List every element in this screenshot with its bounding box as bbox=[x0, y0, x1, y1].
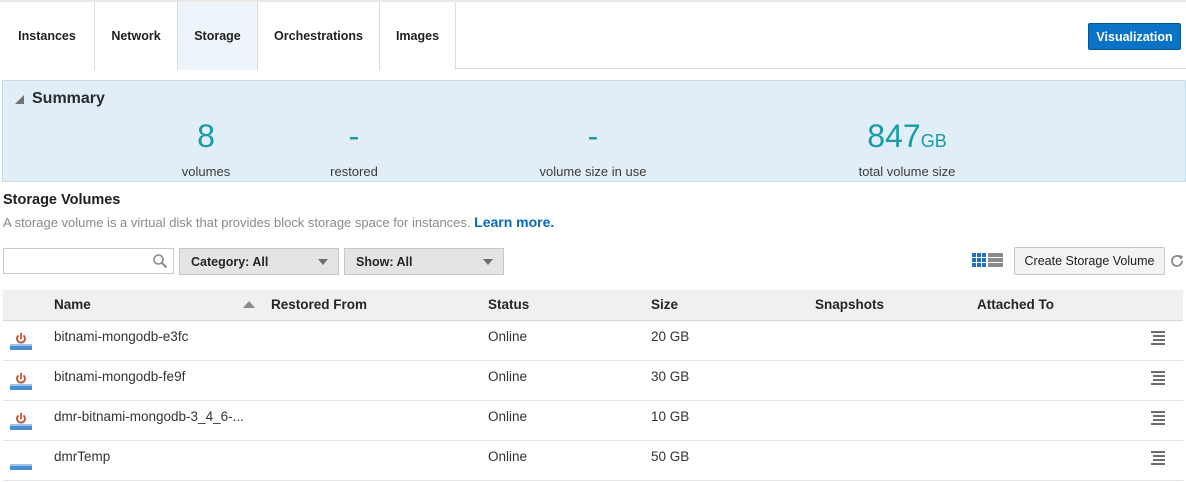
table-row[interactable]: dmrTemp Online 50 GB bbox=[3, 441, 1183, 481]
select-label: Show: All bbox=[356, 254, 413, 269]
section-title: Storage Volumes bbox=[3, 192, 121, 208]
tab-label: Images bbox=[395, 29, 440, 43]
sort-ascending-icon[interactable] bbox=[243, 301, 255, 308]
grid-list-view-toggle-icon[interactable] bbox=[972, 253, 1004, 269]
table-row[interactable]: bitnami-mongodb-e3fc Online 20 GB bbox=[3, 321, 1183, 361]
tab-label: Network bbox=[111, 29, 161, 43]
metric-size-in-use: - volume size in use bbox=[513, 119, 673, 179]
chevron-down-icon bbox=[318, 259, 328, 265]
learn-more-link[interactable]: Learn more. bbox=[474, 214, 554, 230]
volume-name[interactable]: dmr-bitnami-mongodb-3_4_6-... bbox=[54, 409, 244, 424]
status: Online bbox=[488, 329, 528, 344]
row-actions-menu-icon[interactable] bbox=[1151, 450, 1165, 466]
tab-storage[interactable]: Storage bbox=[178, 2, 258, 70]
column-header-status[interactable]: Status bbox=[488, 297, 529, 312]
table-row[interactable]: bitnami-mongodb-fe9f Online 30 GB bbox=[3, 361, 1183, 401]
size: 50 GB bbox=[651, 449, 690, 464]
metric-label: total volume size bbox=[858, 164, 956, 179]
metric-value: - bbox=[587, 118, 599, 154]
column-header-restored-from[interactable]: Restored From bbox=[271, 297, 367, 312]
metric-volumes: 8 volumes bbox=[156, 119, 256, 179]
volume-name[interactable]: bitnami-mongodb-fe9f bbox=[54, 369, 185, 384]
size: 20 GB bbox=[651, 329, 690, 344]
column-header-size[interactable]: Size bbox=[651, 297, 678, 312]
show-filter-select[interactable]: Show: All bbox=[344, 248, 504, 275]
chevron-down-icon bbox=[483, 259, 493, 265]
metric-value: - bbox=[348, 118, 360, 154]
status: Online bbox=[488, 409, 528, 424]
data-volume-icon bbox=[10, 464, 32, 470]
row-actions-menu-icon[interactable] bbox=[1151, 330, 1165, 346]
volume-name[interactable]: bitnami-mongodb-e3fc bbox=[54, 329, 188, 344]
summary-toggle[interactable]: Summary bbox=[15, 90, 105, 108]
bootable-volume-icon bbox=[10, 413, 32, 430]
metric-value: 8 bbox=[197, 118, 215, 154]
search-box bbox=[3, 248, 174, 274]
select-label: Category: All bbox=[191, 254, 269, 269]
volume-name[interactable]: dmrTemp bbox=[54, 449, 110, 464]
metric-value: 847GB bbox=[867, 118, 947, 154]
size: 10 GB bbox=[651, 409, 690, 424]
status: Online bbox=[488, 369, 528, 384]
search-icon[interactable] bbox=[152, 253, 168, 269]
tab-instances[interactable]: Instances bbox=[0, 2, 95, 70]
section-description: A storage volume is a virtual disk that … bbox=[3, 214, 554, 230]
tab-bar: Instances Network Storage Orchestrations… bbox=[0, 0, 1186, 70]
table-header: Name Restored From Status Size Snapshots… bbox=[3, 290, 1183, 321]
collapse-triangle-icon bbox=[15, 94, 24, 104]
metric-restored: - restored bbox=[304, 119, 404, 179]
category-filter-select[interactable]: Category: All bbox=[179, 248, 339, 275]
column-header-name[interactable]: Name bbox=[54, 297, 91, 312]
refresh-icon[interactable] bbox=[1169, 253, 1185, 269]
status: Online bbox=[488, 449, 528, 464]
tab-label: Instances bbox=[18, 29, 76, 43]
tab-orchestrations[interactable]: Orchestrations bbox=[258, 2, 380, 70]
column-header-snapshots[interactable]: Snapshots bbox=[815, 297, 884, 312]
summary-title: Summary bbox=[32, 90, 105, 107]
description-text: A storage volume is a virtual disk that … bbox=[3, 215, 471, 230]
row-actions-menu-icon[interactable] bbox=[1151, 410, 1165, 426]
bootable-volume-icon bbox=[10, 333, 32, 350]
tab-images[interactable]: Images bbox=[380, 2, 456, 70]
column-header-attached-to[interactable]: Attached To bbox=[977, 297, 1054, 312]
metric-total-size: 847GB total volume size bbox=[827, 119, 987, 179]
metric-label: restored bbox=[330, 164, 378, 179]
create-storage-volume-button[interactable]: Create Storage Volume bbox=[1014, 247, 1165, 275]
size: 30 GB bbox=[651, 369, 690, 384]
tab-network[interactable]: Network bbox=[95, 2, 178, 70]
bootable-volume-icon bbox=[10, 373, 32, 390]
row-actions-menu-icon[interactable] bbox=[1151, 370, 1165, 386]
search-input[interactable] bbox=[4, 249, 149, 273]
tab-label: Storage bbox=[194, 29, 241, 43]
visualization-button[interactable]: Visualization bbox=[1088, 23, 1181, 50]
tab-label: Orchestrations bbox=[274, 29, 363, 43]
summary-panel: Summary 8 volumes - restored - volume si… bbox=[2, 80, 1186, 182]
table-row[interactable]: dmr-bitnami-mongodb-3_4_6-... Online 10 … bbox=[3, 401, 1183, 441]
metric-label: volumes bbox=[181, 164, 231, 179]
metric-label: volume size in use bbox=[539, 164, 647, 179]
